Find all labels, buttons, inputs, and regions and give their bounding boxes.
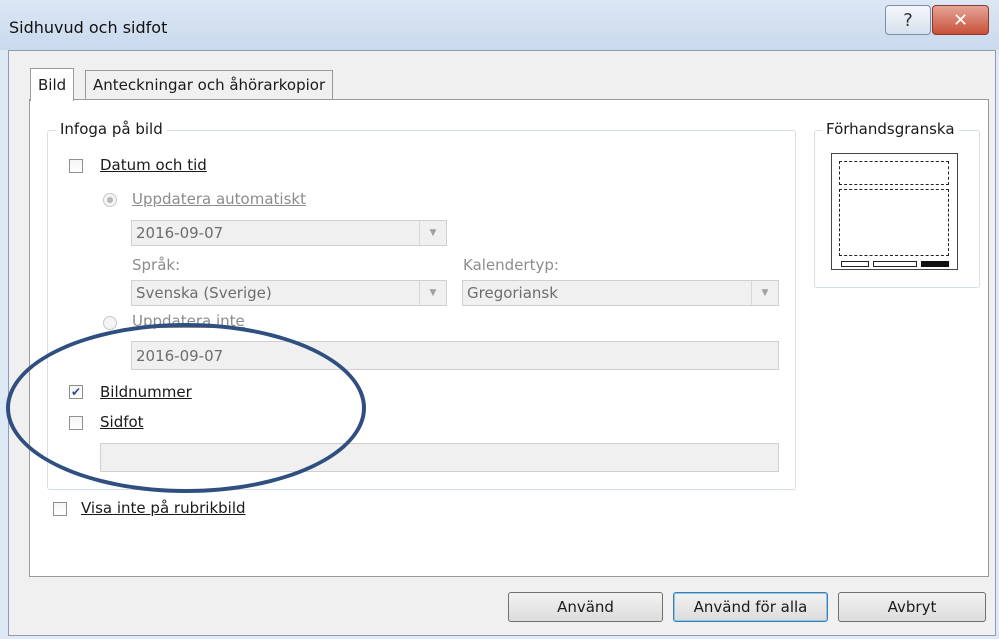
dont-show-title-label: Visa inte på rubrikbild [81, 499, 246, 517]
update-auto-radio[interactable] [103, 193, 117, 207]
cancel-label: Avbryt [887, 598, 937, 616]
update-auto-label: Uppdatera automatiskt [132, 190, 306, 208]
insert-group [47, 130, 796, 490]
fixed-date-value: 2016-09-07 [136, 346, 224, 365]
language-dropdown[interactable]: Svenska (Sverige) ▼ [131, 280, 447, 306]
preview-footer-placeholder [873, 261, 917, 267]
help-icon: ? [903, 9, 913, 31]
date-format-dropdown[interactable]: 2016-09-07 ▼ [131, 220, 447, 246]
date-time-checkbox[interactable] [69, 159, 83, 173]
chevron-down-icon[interactable]: ▼ [751, 281, 778, 305]
slide-number-label: Bildnummer [100, 383, 192, 401]
footer-checkbox[interactable] [69, 416, 83, 430]
language-label: Språk: [132, 256, 181, 274]
preview-slide [831, 153, 958, 270]
window-title: Sidhuvud och sidfot [9, 18, 168, 37]
radio-dot [107, 197, 113, 203]
dont-show-title-checkbox[interactable] [53, 502, 67, 516]
preview-date-placeholder [841, 261, 869, 267]
apply-button[interactable]: Använd [508, 592, 663, 622]
insert-group-legend: Infoga på bild [56, 120, 167, 138]
calendar-value: Gregoriansk [467, 284, 558, 302]
chevron-down-icon[interactable]: ▼ [419, 221, 446, 245]
footer-label: Sidfot [100, 413, 144, 431]
tab-notes-handouts[interactable]: Anteckningar och åhörarkopior [85, 70, 334, 99]
calendar-label: Kalendertyp: [463, 256, 559, 274]
tab-label: Anteckningar och åhörarkopior [93, 76, 326, 94]
tab-label: Bild [38, 76, 67, 94]
apply-label: Använd [557, 598, 614, 616]
close-icon: ✕ [952, 9, 969, 31]
date-time-label: Datum och tid [100, 156, 207, 174]
fixed-date-label: Uppdatera inte [132, 312, 245, 330]
preview-title-placeholder [839, 161, 949, 185]
fixed-date-radio[interactable] [103, 316, 117, 330]
preview-legend: Förhandsgranska [822, 120, 959, 138]
preview-number-placeholder [921, 261, 949, 267]
apply-all-button[interactable]: Använd för alla [673, 592, 828, 622]
date-format-value: 2016-09-07 [136, 224, 224, 242]
calendar-dropdown[interactable]: Gregoriansk ▼ [462, 280, 779, 306]
help-button[interactable]: ? [885, 5, 931, 35]
apply-all-label: Använd för alla [693, 598, 808, 616]
tab-bild[interactable]: Bild [30, 68, 75, 101]
fixed-date-input[interactable]: 2016-09-07 [131, 341, 779, 370]
slide-number-checkbox[interactable]: ✔ [69, 385, 83, 399]
language-value: Svenska (Sverige) [136, 284, 272, 302]
close-button[interactable]: ✕ [932, 5, 989, 35]
footer-input[interactable] [100, 443, 779, 472]
chevron-down-icon[interactable]: ▼ [419, 281, 446, 305]
preview-body-placeholder [839, 189, 949, 256]
cancel-button[interactable]: Avbryt [838, 592, 986, 622]
check-icon: ✔ [70, 385, 82, 399]
